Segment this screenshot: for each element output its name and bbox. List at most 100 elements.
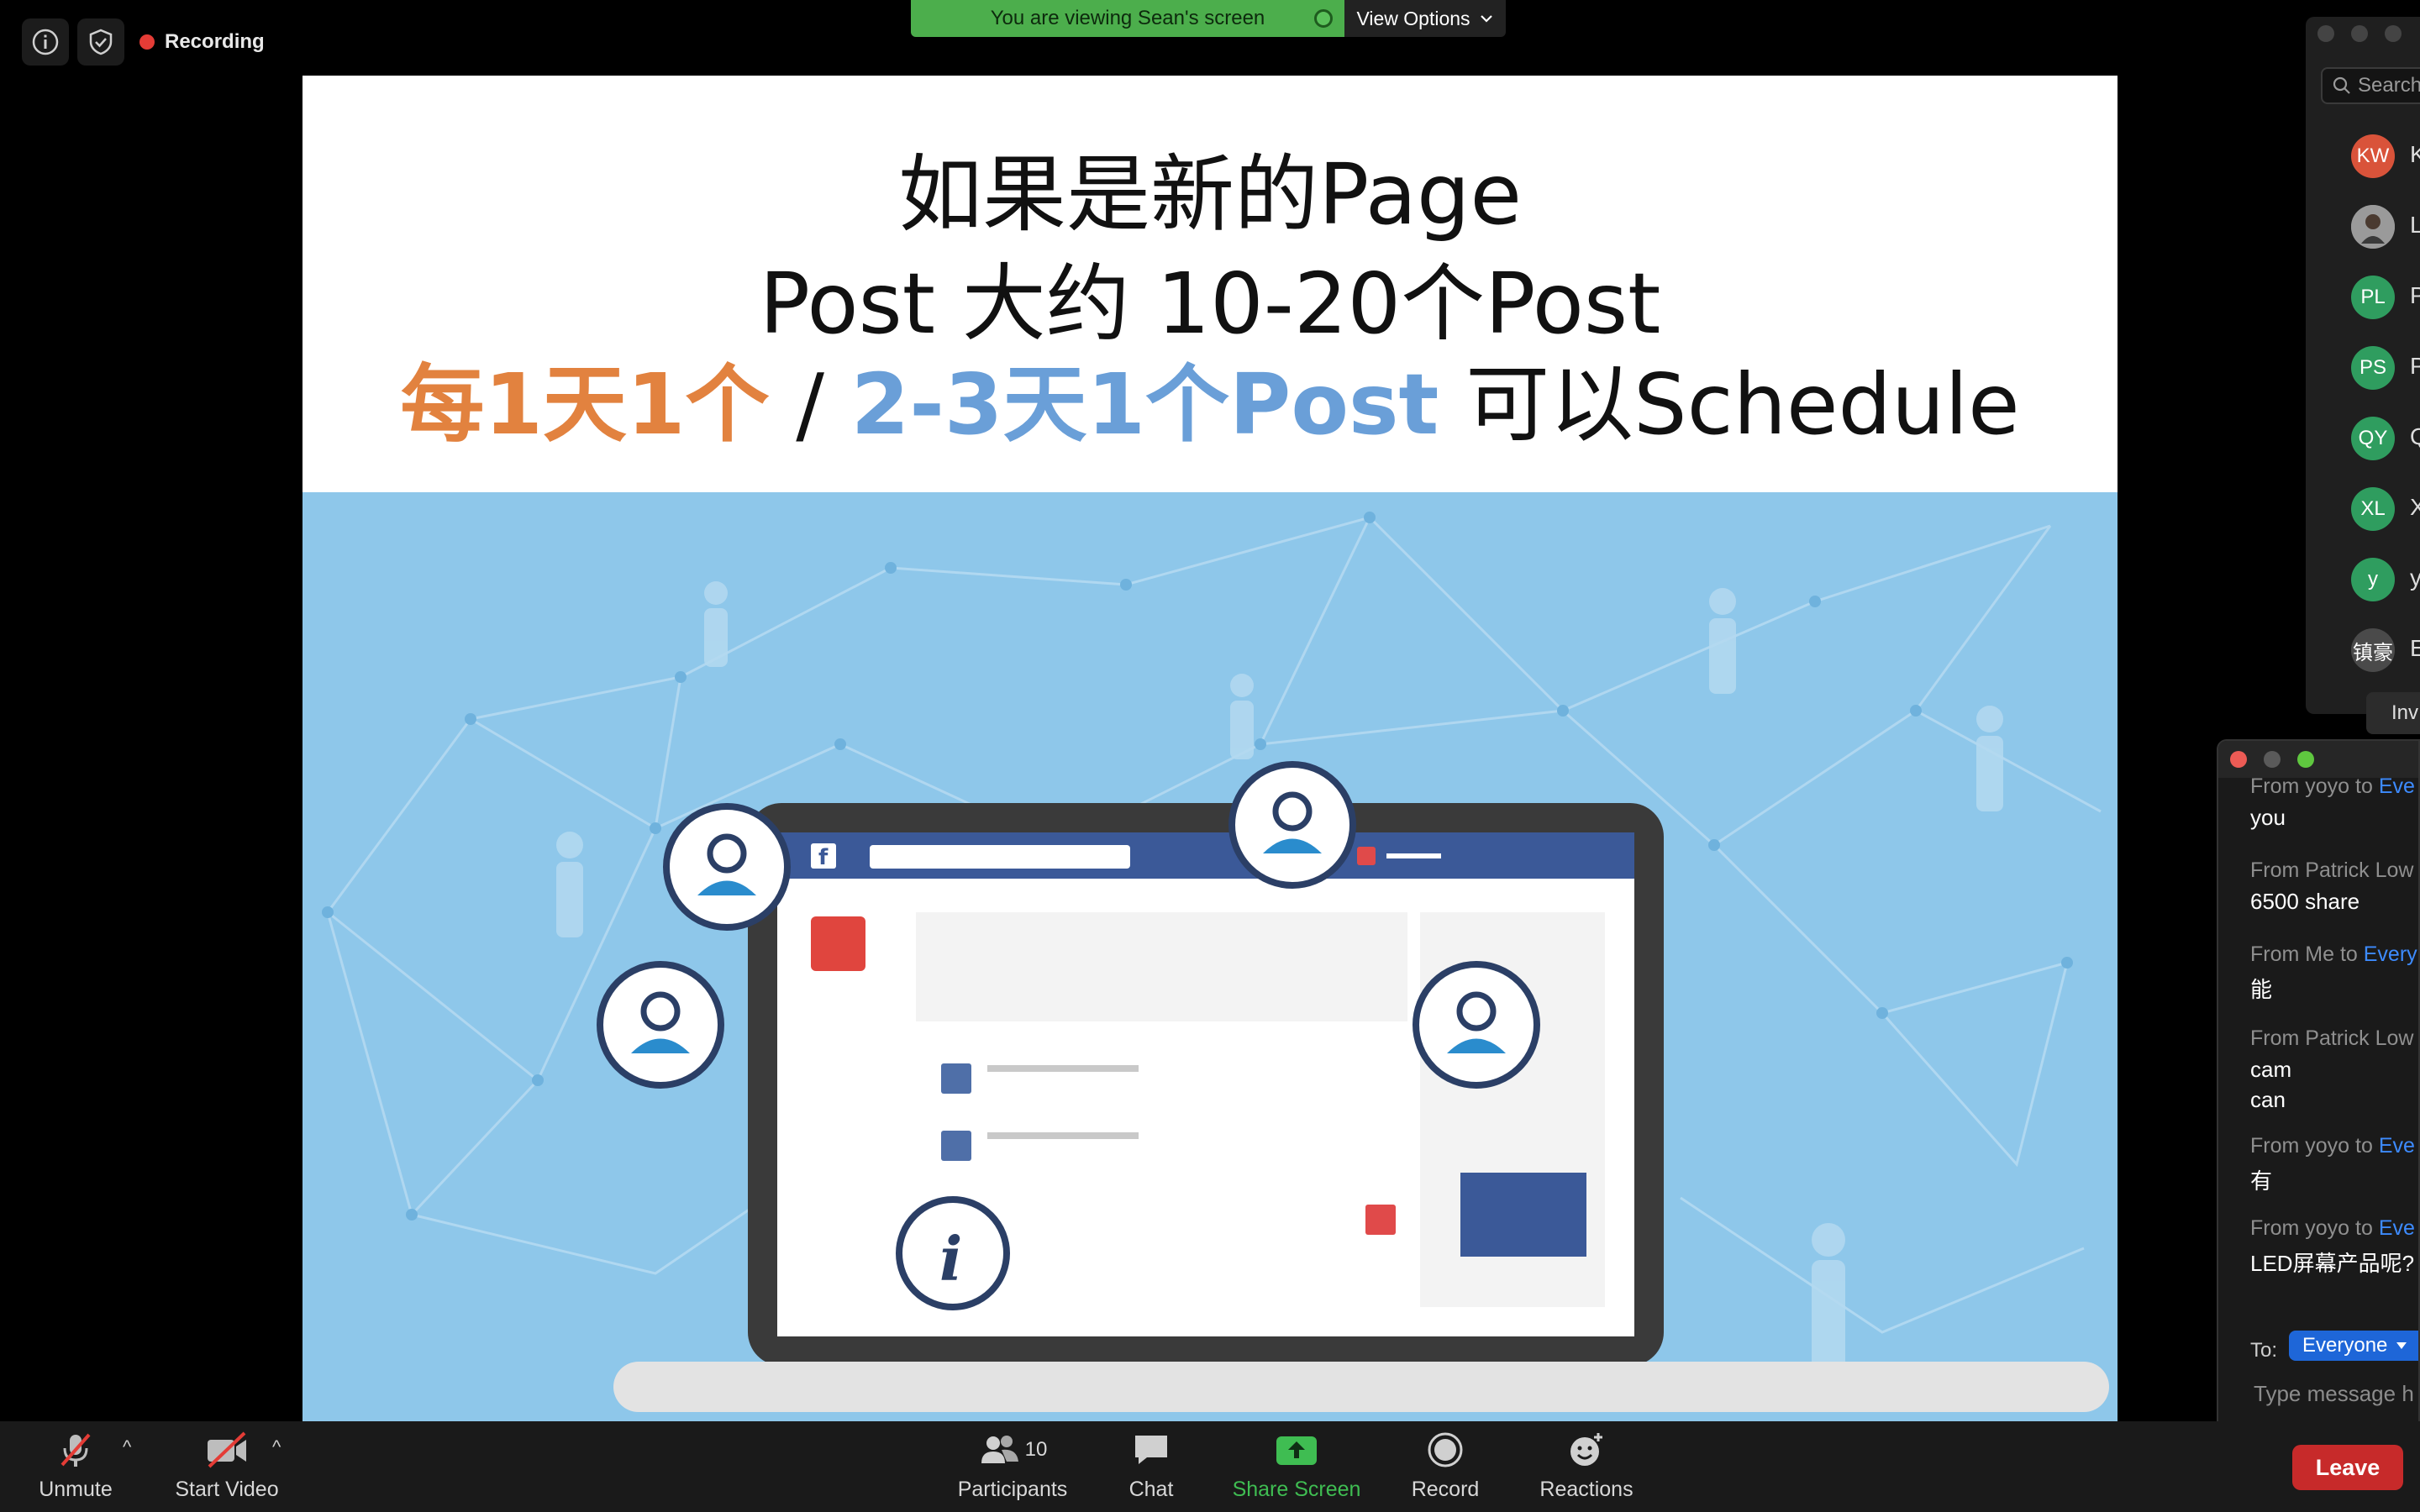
chat-to-label: To: xyxy=(2250,1339,2278,1362)
participant-name: P xyxy=(2410,282,2420,308)
info-icon[interactable] xyxy=(22,18,69,66)
participant-avatar[interactable]: PS xyxy=(2351,346,2395,390)
participant-avatar[interactable] xyxy=(2351,205,2395,249)
chat-sender-text: From Patrick Low xyxy=(2250,858,2414,882)
leave-button[interactable]: Leave xyxy=(2292,1445,2403,1490)
record-button[interactable]: Record xyxy=(1403,1421,1487,1512)
chat-sender-text: From Patrick Low xyxy=(2250,1026,2414,1050)
participant-avatar[interactable]: XL xyxy=(2351,487,2395,531)
participants-button[interactable]: 10 Participants xyxy=(950,1421,1076,1512)
slide-title-line-3: 每1天1个 / 2-3天1个Post 可以Schedule xyxy=(302,336,2118,458)
microphone-muted-icon xyxy=(55,1429,96,1471)
participant-avatar[interactable]: KW xyxy=(2351,134,2395,178)
chat-message-text: you xyxy=(2250,805,2286,830)
view-options-label: View Options xyxy=(1356,7,1470,29)
chat-recipient-select[interactable]: Everyone xyxy=(2289,1331,2418,1361)
chat-sender-text: From yoyo to xyxy=(2250,1134,2379,1158)
chat-message-text: LED屏幕产品呢? xyxy=(2250,1251,2415,1276)
security-shield-icon[interactable] xyxy=(77,18,124,66)
chat-recipient-text: Every xyxy=(2363,942,2417,966)
participant-name: P xyxy=(2410,353,2420,379)
participants-icon-group: 10 xyxy=(978,1429,1048,1471)
leave-label: Leave xyxy=(2315,1454,2381,1480)
chat-close-dot-icon[interactable] xyxy=(2230,751,2247,768)
unmute-button[interactable]: Unmute xyxy=(32,1421,119,1512)
window-close-dot-icon[interactable] xyxy=(2317,25,2334,42)
svg-text:f: f xyxy=(818,845,829,870)
slide-separator: / xyxy=(769,355,851,454)
participants-label: Participants xyxy=(957,1478,1068,1501)
chat-window: From yoyo to Eve you From Patrick Low 6500 … xyxy=(2217,739,2420,1445)
record-icon xyxy=(1427,1429,1464,1471)
unmute-label: Unmute xyxy=(39,1478,113,1501)
chat-message-text: can xyxy=(2250,1087,2286,1112)
chat-button[interactable]: Chat xyxy=(1118,1421,1185,1512)
chat-message-sender: From Patrick Low xyxy=(2250,1026,2413,1051)
start-video-label: Start Video xyxy=(175,1478,279,1501)
chat-message-sender: From yoyo to Eve xyxy=(2250,774,2415,799)
chat-titlebar xyxy=(2218,741,2418,778)
chat-message-sender: From Patrick Low xyxy=(2250,858,2413,883)
window-minimize-dot-icon[interactable] xyxy=(2351,25,2368,42)
participant-name: K xyxy=(2410,141,2420,167)
view-options-button[interactable]: View Options xyxy=(1344,0,1506,37)
participant-name: X xyxy=(2410,494,2420,520)
start-video-button[interactable]: Start Video xyxy=(168,1421,286,1512)
recording-indicator[interactable]: Recording xyxy=(139,22,265,62)
invite-label: Inv xyxy=(2391,701,2419,724)
participants-count: 10 xyxy=(1024,1438,1048,1461)
chevron-down-icon xyxy=(1480,15,1492,23)
share-screen-button[interactable]: Share Screen xyxy=(1227,1421,1366,1512)
video-options-caret-icon[interactable]: ^ xyxy=(272,1436,281,1458)
profile-photo-icon xyxy=(2351,205,2395,249)
chat-bubble-icon xyxy=(1132,1429,1171,1471)
screen-share-banner: You are viewing Sean's screen xyxy=(911,0,1344,37)
chat-message-text: 有 xyxy=(2250,1168,2273,1194)
participant-name: y xyxy=(2410,564,2420,591)
recording-label: Recording xyxy=(165,30,265,53)
window-zoom-dot-icon[interactable] xyxy=(2385,25,2402,42)
chat-sender-text: From Me to xyxy=(2250,942,2364,966)
chat-minimize-dot-icon[interactable] xyxy=(2264,751,2281,768)
invite-button[interactable]: Inv xyxy=(2366,692,2420,734)
slide-title-line-1: 如果是新的Page xyxy=(897,145,1523,244)
facebook-network-illustration: f i xyxy=(302,492,2118,1421)
share-screen-icon xyxy=(1275,1429,1318,1471)
chat-sender-text: From yoyo to xyxy=(2250,774,2379,798)
meeting-toolbar: Unmute ^ Start Video ^ 10 Participants C… xyxy=(0,1421,2420,1512)
record-label: Record xyxy=(1411,1478,1480,1501)
reactions-label: Reactions xyxy=(1539,1478,1634,1501)
slide-highlight-interval: 2-3天1个Post xyxy=(850,355,1439,454)
chat-recipient-text: Eve xyxy=(2378,774,2415,798)
shared-slide: 如果是新的Page Post 大约 10-20个Post 每1天1个 / 2-3… xyxy=(302,76,2118,1421)
chat-zoom-dot-icon[interactable] xyxy=(2297,751,2314,768)
search-icon xyxy=(2333,76,2350,94)
participants-panel: Search KW K L PL P PS P QY Q XL Xy y 镇豪 E Inv xyxy=(2306,17,2420,734)
participant-avatar[interactable]: PL xyxy=(2351,276,2395,319)
participant-name: E xyxy=(2410,635,2420,661)
banner-text: You are viewing Sean's screen xyxy=(990,7,1265,29)
participant-avatar[interactable]: y xyxy=(2351,558,2395,601)
participants-icon xyxy=(981,1436,1018,1463)
search-placeholder: Search xyxy=(2358,74,2420,97)
recording-dot-icon xyxy=(139,34,155,50)
participant-search-input[interactable]: Search xyxy=(2321,67,2420,104)
slide-schedule-text: 可以Schedule xyxy=(1439,355,2020,454)
chat-sender-text: From yoyo to xyxy=(2250,1216,2379,1240)
audio-options-caret-icon[interactable]: ^ xyxy=(123,1436,131,1458)
chat-message-input[interactable]: Type message h xyxy=(2254,1381,2414,1407)
participant-avatar[interactable]: QY xyxy=(2351,417,2395,460)
chat-recipient-text: Eve xyxy=(2378,1134,2415,1158)
chat-recipient-text: Eve xyxy=(2378,1216,2415,1240)
participant-avatar[interactable]: 镇豪 xyxy=(2351,628,2395,672)
svg-text:i: i xyxy=(939,1223,962,1294)
zoom-meeting-window: Recording You are viewing Sean's screen … xyxy=(0,0,2420,1512)
video-off-icon xyxy=(204,1429,250,1471)
share-status-icon xyxy=(1314,9,1333,28)
chat-message-text: cam xyxy=(2250,1057,2292,1082)
caret-down-icon xyxy=(2396,1342,2407,1349)
chat-label: Chat xyxy=(1128,1478,1174,1501)
reactions-button[interactable]: Reactions xyxy=(1529,1421,1644,1512)
chat-message-text: 6500 share xyxy=(2250,889,2360,914)
reaction-emoji-icon xyxy=(1566,1429,1607,1471)
